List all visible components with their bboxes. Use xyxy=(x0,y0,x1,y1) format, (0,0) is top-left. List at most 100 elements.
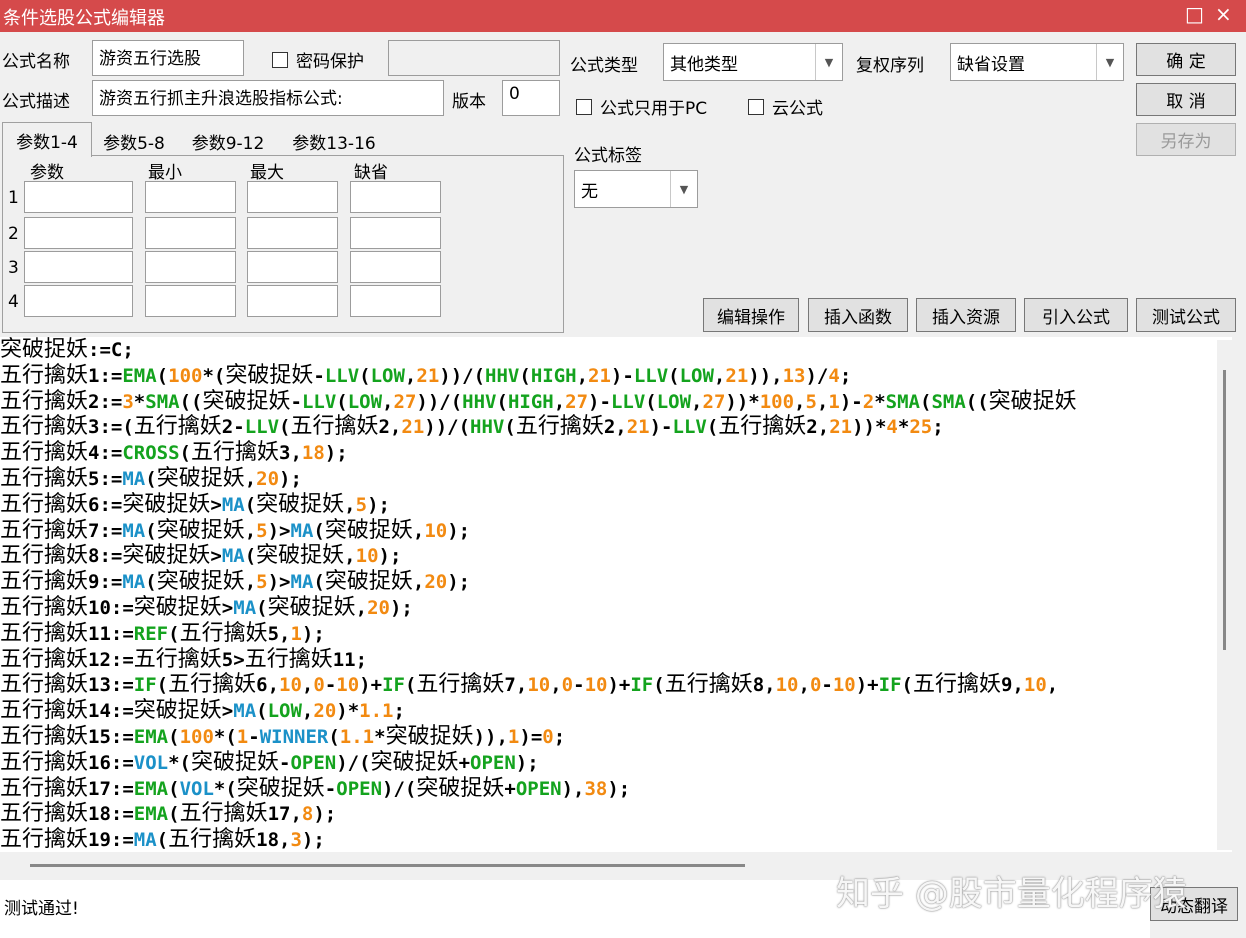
code-token: 13 xyxy=(782,364,806,387)
code-token: ( xyxy=(668,364,680,387)
code-line: 五行擒妖9:=MA(突破捉妖,5)>MA(突破捉妖,20); xyxy=(0,569,470,595)
code-token: , xyxy=(798,674,810,697)
code-token: MA xyxy=(290,519,314,542)
code-token: 17, xyxy=(267,803,302,826)
insert-function-button[interactable]: 插入函数 xyxy=(808,298,908,332)
cancel-button[interactable]: 取 消 xyxy=(1136,83,1236,116)
import-formula-button[interactable]: 引入公式 xyxy=(1024,298,1128,332)
password-protect-box[interactable] xyxy=(272,51,288,68)
tab-params-5-8[interactable]: 参数5-8 xyxy=(94,126,174,156)
param-min-input[interactable] xyxy=(145,217,236,249)
code-token: - xyxy=(324,674,337,697)
param-default-input[interactable] xyxy=(350,285,441,317)
chevron-down-icon[interactable]: ▼ xyxy=(670,171,697,207)
horizontal-scroll-thumb[interactable] xyxy=(30,864,745,867)
param-max-input[interactable] xyxy=(247,181,338,213)
code-token: *( xyxy=(168,751,191,774)
test-formula-button[interactable]: 测试公式 xyxy=(1136,298,1236,332)
pc-only-label: 公式只用于PC xyxy=(600,99,708,119)
formula-type-select[interactable]: 其他类型 ▼ xyxy=(663,43,843,81)
code-token: 10 xyxy=(1023,674,1047,697)
code-token: ( xyxy=(901,674,913,697)
edit-ops-button[interactable]: 编辑操作 xyxy=(703,298,799,332)
code-token: 五行擒妖 xyxy=(0,595,89,620)
code-token: , xyxy=(244,468,257,490)
param-default-input[interactable] xyxy=(350,251,441,283)
cloud-formula-box[interactable] xyxy=(748,98,764,115)
formula-desc-input[interactable]: 游资五行抓主升浪选股指标公式: xyxy=(92,80,444,116)
code-token: LOW xyxy=(347,390,383,413)
code-token: EMA xyxy=(133,803,169,826)
formula-desc-label: 公式描述 xyxy=(2,92,70,112)
code-token: ( xyxy=(519,364,531,387)
param-name-input[interactable] xyxy=(24,181,133,213)
code-token: )- xyxy=(588,390,611,413)
code-token: HIGH xyxy=(507,390,554,413)
code-token: 21 xyxy=(626,416,650,439)
code-token: 突破捉妖 xyxy=(988,388,1077,414)
param-name-input[interactable] xyxy=(24,217,133,249)
tab-params-9-12[interactable]: 参数9-12 xyxy=(180,126,276,156)
code-token: )- xyxy=(610,364,634,387)
code-token: )/( xyxy=(336,751,371,774)
code-token: OPEN xyxy=(290,751,337,774)
tab-params-1-4[interactable]: 参数1-4 xyxy=(2,122,92,157)
code-token: , xyxy=(244,519,257,542)
param-min-input[interactable] xyxy=(145,181,236,213)
param-min-input[interactable] xyxy=(145,285,236,317)
code-token: HHV xyxy=(470,416,505,439)
chevron-down-icon[interactable]: ▼ xyxy=(1096,44,1123,80)
code-token: - xyxy=(248,726,260,748)
param-default-input[interactable] xyxy=(350,217,441,249)
pc-only-box[interactable] xyxy=(576,98,592,115)
formula-tag-select[interactable]: 无 ▼ xyxy=(574,170,698,208)
code-token: CROSS xyxy=(122,442,180,465)
code-token: 21 xyxy=(725,364,749,387)
code-token: ​:=C; xyxy=(88,339,134,361)
code-token: ( xyxy=(168,726,180,748)
param-max-input[interactable] xyxy=(247,251,338,283)
param-name-input[interactable] xyxy=(24,285,133,317)
code-token: LLV xyxy=(244,416,280,439)
param-max-input[interactable] xyxy=(247,285,338,317)
param-name-input[interactable] xyxy=(24,251,133,283)
code-token: VOL xyxy=(133,751,169,774)
vertical-scroll-thumb[interactable] xyxy=(1223,370,1226,650)
code-token: ( xyxy=(156,674,169,697)
code-token: LLV xyxy=(324,364,360,387)
password-protect-checkbox[interactable]: 密码保护 xyxy=(272,47,364,72)
code-token: (( xyxy=(179,390,203,413)
save-as-button[interactable]: 另存为 xyxy=(1136,123,1236,156)
code-token: 100 xyxy=(179,726,214,748)
code-token: ); xyxy=(367,493,390,516)
code-token: 20 xyxy=(367,597,390,619)
formula-code-editor[interactable]: 突破捉妖​:=C; 五行擒妖1:=EMA(100*(突破捉妖-LLV(LOW,21… xyxy=(0,337,1232,852)
password-input[interactable] xyxy=(388,40,560,76)
param-default-input[interactable] xyxy=(350,181,441,213)
password-protect-label: 密码保护 xyxy=(296,52,364,72)
code-line: 五行擒妖19:=MA(五行擒妖18,3); xyxy=(0,827,325,852)
chevron-down-icon[interactable]: ▼ xyxy=(815,44,842,80)
param-min-input[interactable] xyxy=(145,251,236,283)
ok-button[interactable]: 确 定 xyxy=(1136,43,1236,76)
close-icon[interactable]: × xyxy=(1215,2,1232,26)
tab-params-13-16[interactable]: 参数13-16 xyxy=(280,126,388,156)
pc-only-checkbox[interactable]: 公式只用于PC xyxy=(576,94,707,119)
cloud-formula-checkbox[interactable]: 云公式 xyxy=(748,94,823,119)
version-input[interactable]: 0 xyxy=(502,80,560,116)
code-token: 5 xyxy=(256,571,268,594)
code-token: ( xyxy=(496,390,508,413)
code-token: SMA xyxy=(885,390,920,413)
code-token: 五行擒妖 xyxy=(191,440,280,466)
rights-series-select[interactable]: 缺省设置 ▼ xyxy=(950,43,1124,81)
code-token: , xyxy=(691,390,703,413)
code-token: 7:= xyxy=(88,519,123,542)
param-header-name: 参数 xyxy=(30,163,64,183)
maximize-icon[interactable]: □ xyxy=(1185,2,1204,26)
param-max-input[interactable] xyxy=(247,217,338,249)
vertical-scrollbar[interactable] xyxy=(1217,340,1232,850)
code-token: , xyxy=(713,364,726,387)
formula-name-input[interactable]: 游资五行选股 xyxy=(92,40,244,76)
code-token: ( xyxy=(145,519,157,542)
insert-resource-button[interactable]: 插入资源 xyxy=(916,298,1016,332)
